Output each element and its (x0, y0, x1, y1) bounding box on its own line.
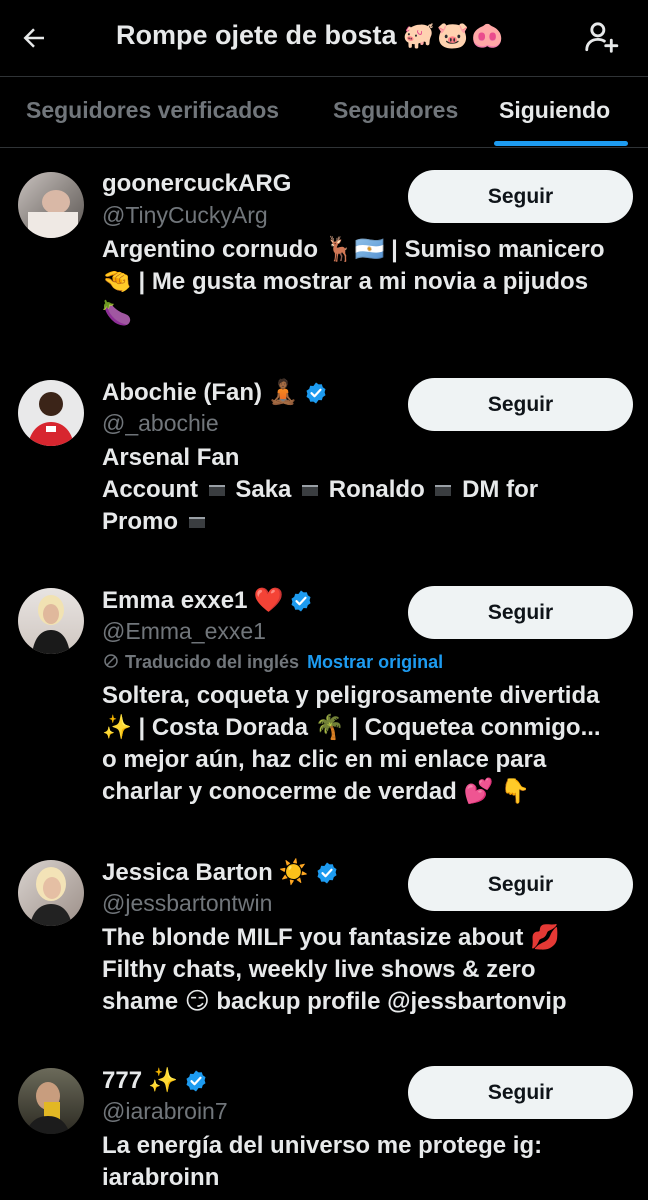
name-emoji: ☀️ (278, 859, 309, 886)
page-title-text: Rompe ojete de bosta (116, 20, 397, 50)
active-tab-indicator (494, 141, 628, 146)
top-bar: Rompe ojete de bosta 🐖🐷🐽 (0, 0, 648, 76)
tab-bar: Seguidores verificados Seguidores Siguie… (0, 76, 648, 148)
avatar[interactable] (18, 588, 84, 654)
user-handle: @jessbartontwin (102, 890, 273, 916)
avatar[interactable] (18, 380, 84, 446)
user-row[interactable]: Emma exxe1 ❤️ @Emma_exxe1 Seguir Traducid… (0, 586, 648, 826)
user-name[interactable]: Abochie (Fan) 🧘🏾 (102, 378, 328, 407)
verified-badge-icon (291, 590, 311, 611)
user-row[interactable]: 777 ✨ @iarabroin7 Seguir La energía del u… (0, 1066, 648, 1200)
user-name[interactable]: Jessica Barton ☀️ (102, 858, 339, 887)
user-bio: The blonde MILF you fantasize about 💋 Fi… (102, 924, 567, 1015)
follow-button[interactable]: Seguir (408, 170, 633, 223)
user-bio: Arsenal Fan Account Saka Ronaldo DM for … (102, 444, 539, 535)
translation-note: Traducido del inglés Mostrar original (102, 652, 443, 673)
user-handle: @_abochie (102, 410, 219, 436)
avatar[interactable] (18, 860, 84, 926)
square-emoji-icon (208, 485, 225, 497)
user-name[interactable]: goonercuckARG (102, 170, 291, 198)
follow-button[interactable]: Seguir (408, 858, 633, 911)
tab-following[interactable]: Siguiendo (499, 97, 610, 124)
follow-button[interactable]: Seguir (408, 586, 633, 639)
verified-badge-icon (186, 1070, 206, 1091)
follow-button[interactable]: Seguir (408, 378, 633, 431)
user-bio: La energía del universo me protege ig: i… (102, 1132, 543, 1191)
user-handle: @TinyCuckyArg (102, 202, 268, 228)
user-row[interactable]: goonercuckARG @TinyCuckyArg Seguir Argen… (0, 170, 648, 370)
verified-badge-icon (306, 382, 326, 403)
show-original-link[interactable]: Mostrar original (307, 652, 443, 672)
user-row[interactable]: Jessica Barton ☀️ @jessbartontwin Seguir … (0, 858, 648, 1048)
square-emoji-icon (435, 485, 452, 497)
user-name[interactable]: 777 ✨ (102, 1066, 208, 1095)
page-title-emojis: 🐖🐷🐽 (402, 20, 506, 50)
tab-verified-followers[interactable]: Seguidores verificados (26, 97, 279, 124)
page-title: Rompe ojete de bosta 🐖🐷🐽 (116, 20, 506, 51)
add-person-button[interactable] (578, 14, 624, 60)
avatar[interactable] (18, 1068, 84, 1134)
avatar[interactable] (18, 172, 84, 238)
user-name[interactable]: Emma exxe1 ❤️ (102, 586, 313, 615)
user-bio: Argentino cornudo 🦌🇦🇷 | Sumiso manicero … (102, 236, 605, 327)
translate-icon (104, 654, 118, 668)
back-arrow-icon (23, 28, 44, 48)
translated-label: Traducido del inglés (125, 652, 300, 672)
add-person-icon (585, 22, 619, 53)
name-emoji: 🧘🏾 (268, 379, 298, 406)
follow-button[interactable]: Seguir (408, 1066, 633, 1119)
square-emoji-icon (188, 517, 205, 529)
back-button[interactable] (14, 18, 54, 58)
user-row[interactable]: Abochie (Fan) 🧘🏾 @_abochie Seguir Arsenal… (0, 378, 648, 558)
name-emoji: ❤️ (253, 587, 284, 614)
user-bio: Soltera, coqueta y peligrosamente divert… (102, 682, 601, 805)
tab-followers[interactable]: Seguidores (333, 97, 458, 124)
verified-badge-icon (317, 862, 337, 883)
user-handle: @Emma_exxe1 (102, 618, 266, 644)
user-handle: @iarabroin7 (102, 1098, 228, 1124)
square-emoji-icon (302, 485, 319, 497)
name-emoji: ✨ (148, 1067, 178, 1094)
